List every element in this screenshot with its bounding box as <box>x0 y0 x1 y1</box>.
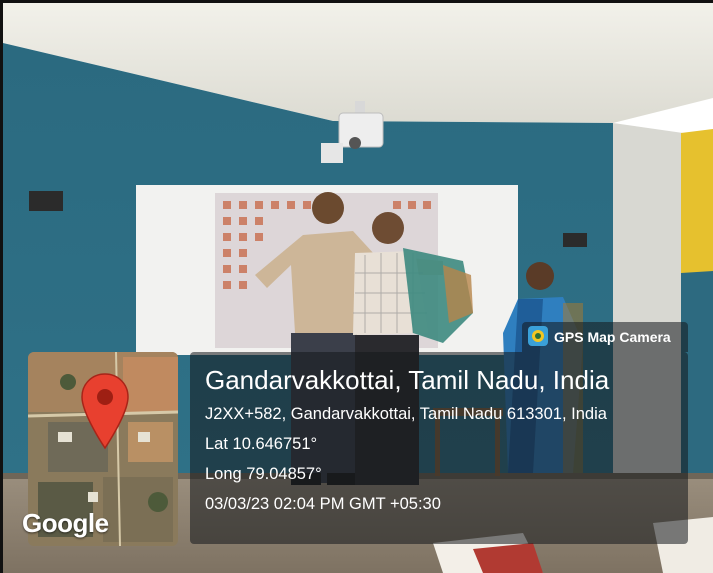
left-border <box>0 0 3 573</box>
longitude-line: Long 79.04857° <box>205 465 322 483</box>
latitude-line: Lat 10.646751° <box>205 435 318 453</box>
gps-badge-label: GPS Map Camera <box>554 329 671 345</box>
address-line: J2XX+582, Gandarvakkottai, Tamil Nadu 61… <box>205 405 607 423</box>
speaker-right <box>563 233 587 247</box>
google-logo-text: Google <box>22 508 109 538</box>
speaker-left <box>29 191 63 211</box>
map-pin-icon <box>81 373 129 450</box>
datetime-line: 03/03/23 02:04 PM GMT +05:30 <box>205 495 441 513</box>
top-border <box>0 0 713 3</box>
place-title: Gandarvakkottai, Tamil Nadu, India <box>205 365 610 395</box>
photo-frame: Google GPS Map Camera Gandarvakkottai, T… <box>0 0 713 573</box>
camera-app-icon <box>528 326 548 346</box>
